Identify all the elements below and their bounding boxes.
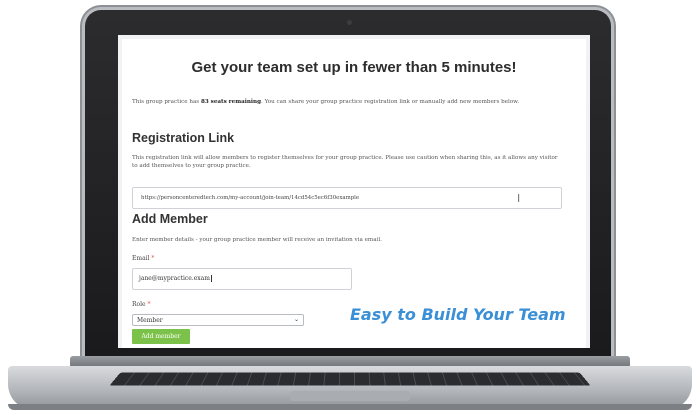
add-member-button[interactable]: Add member [132,329,190,344]
add-member-description: Enter member details - your group practi… [132,237,382,243]
email-label: Email * [132,255,155,262]
email-value: jane@mypractice.exam [139,275,212,282]
keyboard [109,372,591,386]
add-member-heading: Add Member [132,212,208,226]
registration-link-field[interactable]: https://personcenteredtech.com/my-accoun… [132,187,562,209]
role-select[interactable]: Member ⌄ [132,314,304,326]
role-value: Member [137,317,163,324]
seats-info: This group practice has 83 seats remaini… [132,99,520,105]
registration-link-description: This registration link will allow member… [132,155,558,169]
trackpad [290,391,410,401]
laptop-screen: Get your team set up in fewer than 5 min… [118,35,590,348]
text-cursor-icon: I [517,192,521,205]
team-setup-panel: Get your team set up in fewer than 5 min… [122,39,586,348]
laptop-base-lip [8,404,692,410]
registration-link-url: https://personcenteredtech.com/my-accoun… [141,195,360,201]
page-title: Get your team set up in fewer than 5 min… [191,59,517,76]
role-label: Role * [132,301,151,308]
email-field[interactable]: jane@mypractice.exam [132,268,352,290]
webcam [347,20,352,25]
tagline: Easy to Build Your Team [350,305,566,324]
registration-link-heading: Registration Link [132,131,235,145]
seats-remaining: 83 seats remaining [200,99,262,105]
chevron-down-icon: ⌄ [293,316,299,323]
